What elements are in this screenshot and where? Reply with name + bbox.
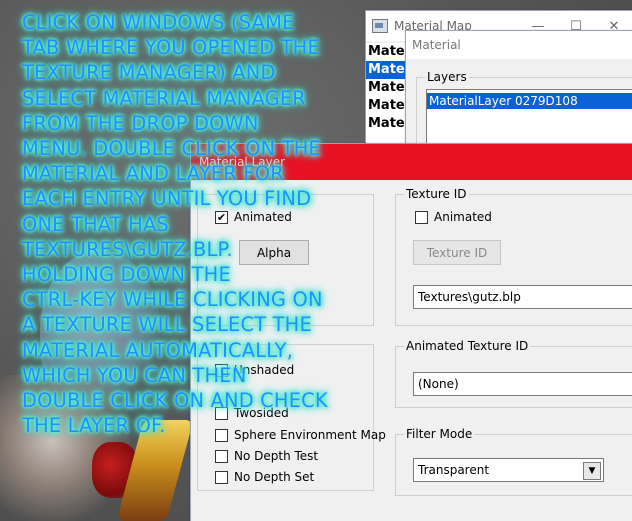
no-depth-set-label: No Depth Set — [234, 470, 315, 484]
overlay-line: DOUBLE CLICK ON AND CHECK — [22, 389, 328, 413]
material-list-item[interactable]: Materi — [366, 115, 406, 133]
texture-id-animated-checkbox[interactable]: Animated — [415, 210, 492, 224]
checkbox[interactable] — [215, 470, 228, 484]
animated-texture-group-label: Animated Texture ID — [404, 339, 531, 353]
overlay-line: HOLDING DOWN THE — [22, 263, 231, 287]
overlay-line: TEXTURE MANAGER) AND — [22, 61, 276, 85]
checkbox[interactable] — [415, 210, 428, 224]
texture-id-group-label: Texture ID — [404, 187, 469, 201]
overlay-line: FROM THE DROP DOWN — [22, 111, 259, 135]
texture-id-animated-label: Animated — [434, 210, 492, 224]
window-icon — [372, 19, 388, 33]
texture-path-field[interactable]: Textures\gutz.blp — [413, 285, 632, 309]
overlay-line: CTRL-KEY WHILE CLICKING ON — [22, 288, 323, 312]
overlay-line: EACH ENTRY UNTIL YOU FIND — [22, 187, 312, 211]
no-depth-test-label: No Depth Test — [234, 449, 319, 463]
layers-label: Layers — [425, 70, 469, 84]
overlay-line: MATERIAL AND LAYER FOR — [22, 162, 284, 186]
checkbox[interactable] — [215, 449, 228, 463]
animated-texture-field[interactable]: (None) — [413, 372, 632, 396]
material-list-item[interactable]: Materi — [366, 79, 406, 97]
instruction-overlay: CLICK ON WINDOWS (SAME TAB WHERE YOU OPE… — [22, 10, 352, 438]
overlay-line: MENU. DOUBLE CLICK ON THE — [22, 137, 322, 161]
texture-id-button[interactable]: Texture ID — [413, 240, 501, 265]
material-titlebar[interactable]: Material — [406, 31, 632, 59]
filter-mode-group-label: Filter Mode — [404, 427, 475, 441]
material-list-item[interactable]: Materi — [366, 97, 406, 115]
overlay-line: TAB WHERE YOU OPENED THE — [22, 36, 320, 60]
no-depth-test-checkbox[interactable]: No Depth Test — [215, 449, 318, 463]
material-list-item-selected[interactable]: Mater — [366, 61, 406, 79]
overlay-line: MATERIAL AUTOMATICALLY, — [22, 338, 294, 362]
overlay-line: THE LAYER OF. — [22, 414, 166, 438]
filter-mode-select[interactable]: Transparent ▼ — [413, 458, 604, 482]
material-list[interactable]: Materi Mater Materi Materi Materi — [366, 43, 406, 143]
overlay-line: A TEXTURE WILL SELECT THE — [22, 313, 312, 337]
overlay-line: TEXTURES\GUTZ.BLP. — [22, 237, 233, 261]
overlay-line: CLICK ON WINDOWS (SAME — [22, 11, 295, 34]
material-list-item[interactable]: Materi — [366, 43, 406, 61]
overlay-line: ONE THAT HAS — [22, 212, 169, 236]
chevron-down-icon[interactable]: ▼ — [583, 462, 601, 480]
no-depth-set-checkbox[interactable]: No Depth Set — [215, 470, 314, 484]
material-title: Material — [412, 38, 461, 52]
overlay-line: SELECT MATERIAL MANAGER — [22, 86, 306, 110]
layer-item-selected[interactable]: MaterialLayer 0279D108 — [427, 93, 632, 109]
overlay-line: WHICH YOU CAN THEN — [22, 363, 247, 387]
filter-mode-value: Transparent — [418, 463, 490, 477]
screen: Material Map —☐✕ Materi Mater Materi Mat… — [0, 0, 632, 521]
